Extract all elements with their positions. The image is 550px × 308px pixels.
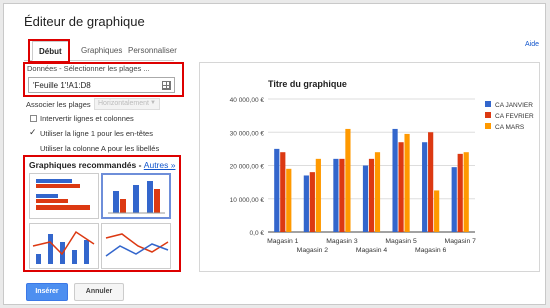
y-tick-label: 10 000,00 € xyxy=(230,197,265,204)
recommended-charts-title: Graphiques recommandés - Autres » xyxy=(29,160,176,170)
bar-ca-fevrier xyxy=(309,172,315,232)
y-tick-label: 20 000,00 € xyxy=(230,164,265,171)
bar-ca-mars xyxy=(286,168,292,232)
cancel-button[interactable]: Annuler xyxy=(74,283,124,301)
bar-ca-fevrier xyxy=(428,132,434,232)
data-range-label: Données - Sélectionner les plages ... xyxy=(27,64,150,73)
thumb-column-chart-selected[interactable] xyxy=(101,173,171,219)
chart-svg: Titre du graphique 0,0 € 10 000,00 € 20 000… xyxy=(230,79,534,254)
combine-ranges-label: Associer les plages xyxy=(26,100,91,109)
insert-button[interactable]: Insérer xyxy=(26,283,68,301)
bar-ca-fevrier xyxy=(457,153,463,232)
chart-title: Titre du graphique xyxy=(268,79,347,89)
use-row1-headers-label: Utiliser la ligne 1 pour les en-têtes xyxy=(40,129,153,138)
bar-ca-janvier xyxy=(362,165,369,232)
y-tick-label: 30 000,00 € xyxy=(230,130,265,137)
bar-ca-janvier xyxy=(392,128,398,232)
x-tick-label: Magasin 1 xyxy=(267,238,299,245)
bar-ca-fevrier xyxy=(368,158,375,232)
y-tick-label: 0,0 € xyxy=(250,230,265,237)
bar-ca-mars xyxy=(404,133,410,232)
legend-swatch xyxy=(485,101,491,107)
bar-ca-fevrier xyxy=(339,158,345,232)
x-tick-label: Magasin 7 xyxy=(445,238,477,245)
tab-bar: Début Graphiques Personnaliser xyxy=(24,41,177,61)
swap-rows-columns-checkbox[interactable] xyxy=(30,115,37,122)
swap-rows-columns-label: Intervertir lignes et colonnes xyxy=(40,114,134,123)
chevron-down-icon: ▼ xyxy=(150,100,156,106)
data-range-value: 'Feuille 1'!A1:D8 xyxy=(33,81,91,90)
bar-ca-fevrier xyxy=(398,142,404,232)
use-colA-labels-label[interactable]: Utiliser la colonne A pour les libellés xyxy=(40,144,159,153)
horizontal-bar-icon xyxy=(36,179,90,210)
x-tick-label: Magasin 6 xyxy=(415,247,447,254)
help-link[interactable]: Aide xyxy=(525,41,539,48)
more-charts-link[interactable]: Autres » xyxy=(144,160,176,170)
bar-ca-mars xyxy=(315,158,321,232)
tab-graphiques[interactable]: Graphiques xyxy=(75,41,128,61)
thumb-horizontal-bar-chart[interactable] xyxy=(29,173,99,219)
checkmark-icon[interactable]: ✓ xyxy=(29,128,37,137)
bar-ca-mars xyxy=(345,128,351,232)
x-tick-label: Magasin 5 xyxy=(385,238,417,245)
bar-ca-janvier xyxy=(274,148,280,232)
thumb-combo-chart[interactable] xyxy=(29,223,99,269)
y-tick-label: 40 000,00 € xyxy=(230,97,265,104)
thumb-line-chart[interactable] xyxy=(101,223,171,269)
combo-chart-icon xyxy=(32,230,95,264)
x-tick-label: Magasin 2 xyxy=(297,247,329,254)
bar-ca-janvier xyxy=(333,158,339,232)
dialog-title: Éditeur de graphique xyxy=(24,14,145,29)
x-tick-label: Magasin 4 xyxy=(356,247,388,254)
bar-ca-fevrier xyxy=(280,152,286,232)
tab-personnaliser[interactable]: Personnaliser xyxy=(122,41,183,61)
chart-editor-dialog: Éditeur de graphique Aide Début Graphiqu… xyxy=(3,3,546,305)
bar-ca-mars xyxy=(434,190,440,232)
legend-swatch xyxy=(485,112,491,118)
tab-debut[interactable]: Début xyxy=(32,41,69,61)
bar-ca-mars xyxy=(374,152,381,232)
x-tick-label: Magasin 3 xyxy=(326,238,358,245)
bar-ca-mars xyxy=(463,152,469,232)
data-range-input[interactable]: 'Feuille 1'!A1:D8 xyxy=(28,77,175,93)
bar-ca-janvier xyxy=(451,167,457,232)
legend-label: CA JANVIER xyxy=(495,102,533,109)
legend-label: CA MARS xyxy=(495,124,525,131)
bar-ca-janvier xyxy=(303,175,309,232)
grid-select-icon[interactable] xyxy=(162,81,171,90)
column-chart-icon xyxy=(108,181,165,214)
line-chart-icon xyxy=(105,233,169,257)
legend-swatch xyxy=(485,123,491,129)
legend-label: CA FEVRIER xyxy=(495,113,534,120)
bar-ca-janvier xyxy=(422,142,428,232)
chart-preview: Titre du graphique 0,0 € 10 000,00 € 20 000… xyxy=(199,62,540,272)
